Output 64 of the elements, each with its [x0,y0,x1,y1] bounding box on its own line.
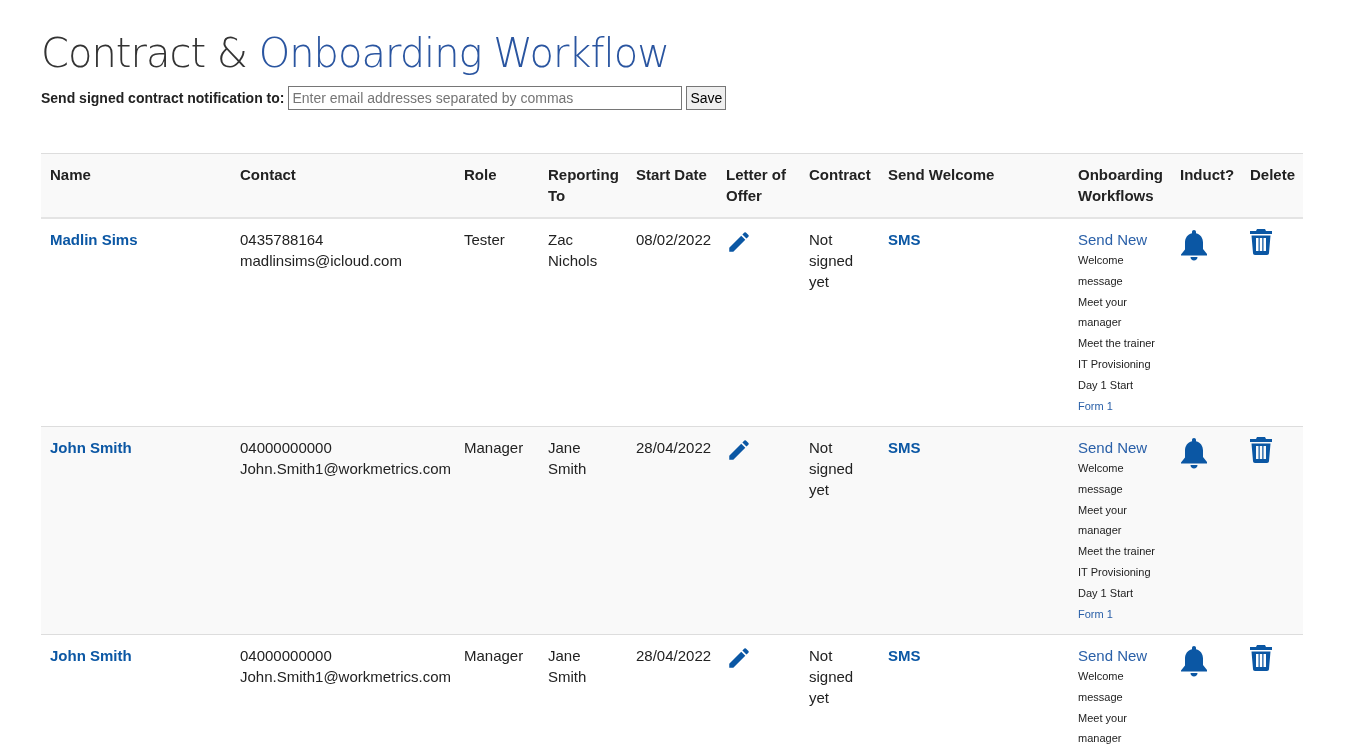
workflow-item: IT Provisioning [1078,565,1152,580]
send-new-link[interactable]: Send New [1078,645,1162,666]
send-new-link[interactable]: Send New [1078,437,1162,458]
trash-icon[interactable] [1250,437,1272,463]
bell-icon[interactable] [1180,437,1208,469]
workflow-item: Day 1 Start [1078,585,1135,601]
column-header: Contract [800,153,879,218]
trash-icon[interactable] [1250,229,1272,255]
column-header: Contact [231,153,455,218]
workflow-item: Welcome message [1078,669,1125,705]
role-cell: Manager [455,426,539,635]
page-title-accent: Onboarding Workflow [258,30,669,76]
pencil-icon[interactable] [726,229,752,255]
role-cell: Tester [455,218,539,427]
employee-name-link[interactable]: John Smith [50,645,132,666]
workflow-item: Meet the trainer [1078,336,1157,352]
bell-icon[interactable] [1180,645,1208,677]
form-link[interactable]: Form 1 [1078,603,1162,625]
sms-link[interactable]: SMS [888,229,921,250]
workflow-item: Meet your manager [1078,502,1128,539]
column-header: Onboarding Workflows [1069,153,1171,218]
save-button[interactable]: Save [686,86,727,110]
start-date-cell: 28/04/2022 [627,426,717,635]
page-title: Contract & [41,30,247,76]
start-date-cell: 08/02/2022 [627,218,717,427]
pencil-icon[interactable] [726,645,752,671]
phone-number: 04000000000 [240,438,333,458]
column-header: Start Date [627,153,717,218]
workflow-item: Welcome message [1078,461,1125,497]
phone-number: 0435788164 [240,230,325,250]
send-new-link[interactable]: Send New [1078,229,1162,250]
employee-name-link[interactable]: John Smith [50,437,132,458]
column-header: Role [455,153,539,218]
workflow-item: Meet your manager [1078,710,1128,747]
pencil-icon[interactable] [726,437,752,463]
workflow-item: IT Provisioning [1078,357,1152,372]
sms-link[interactable]: SMS [888,437,921,458]
sms-link[interactable]: SMS [888,645,921,666]
workflow-item: Meet the trainer [1078,544,1157,560]
column-header: Induct? [1171,153,1241,218]
bell-icon[interactable] [1180,229,1208,261]
reporting-to-cell: Zac Nichols [539,218,627,427]
column-header: Delete [1241,153,1303,218]
trash-icon[interactable] [1250,645,1272,671]
employee-name-link[interactable]: Madlin Sims [50,229,138,250]
phone-number: 04000000000 [240,646,333,666]
reporting-to-cell: Jane Smith [539,634,627,752]
contract-status-cell: Not signed yet [800,426,879,635]
column-header: Send Welcome [879,153,1069,218]
workflow-item: Meet your manager [1078,294,1128,331]
email-address: madlinsims@icloud.com [240,251,403,271]
role-cell: Manager [455,634,539,752]
form-link[interactable]: Form 1 [1078,395,1162,417]
workflow-item: Welcome message [1078,253,1125,289]
column-header: Letter of Offer [717,153,800,218]
workflow-item: Day 1 Start [1078,377,1135,393]
contract-status-cell: Not signed yet [800,634,879,752]
email-input[interactable]: Enter email addresses separated by commas [288,86,683,110]
column-header: Reporting To [539,153,627,218]
contract-status-cell: Not signed yet [800,218,879,427]
start-date-cell: 28/04/2022 [627,634,717,752]
notification-label: Send signed contract notification to: [41,90,285,106]
reporting-to-cell: Jane Smith [539,426,627,635]
column-header: Name [41,153,231,218]
